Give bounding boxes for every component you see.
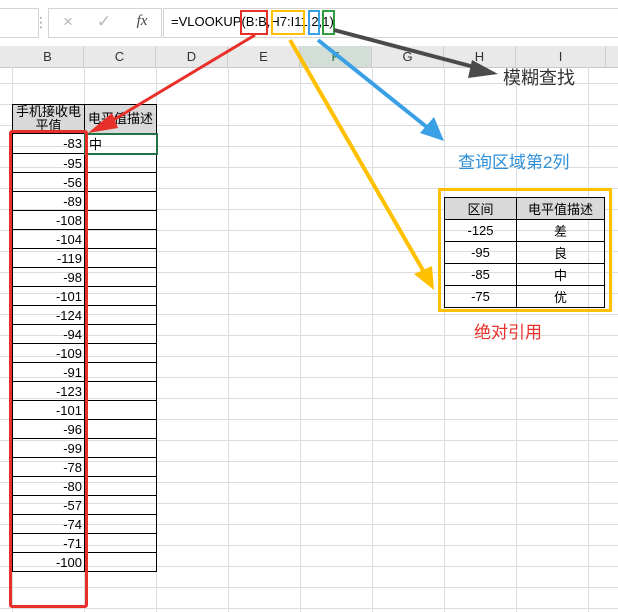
annotation-arrows <box>88 28 498 290</box>
arrow-red <box>88 33 256 133</box>
